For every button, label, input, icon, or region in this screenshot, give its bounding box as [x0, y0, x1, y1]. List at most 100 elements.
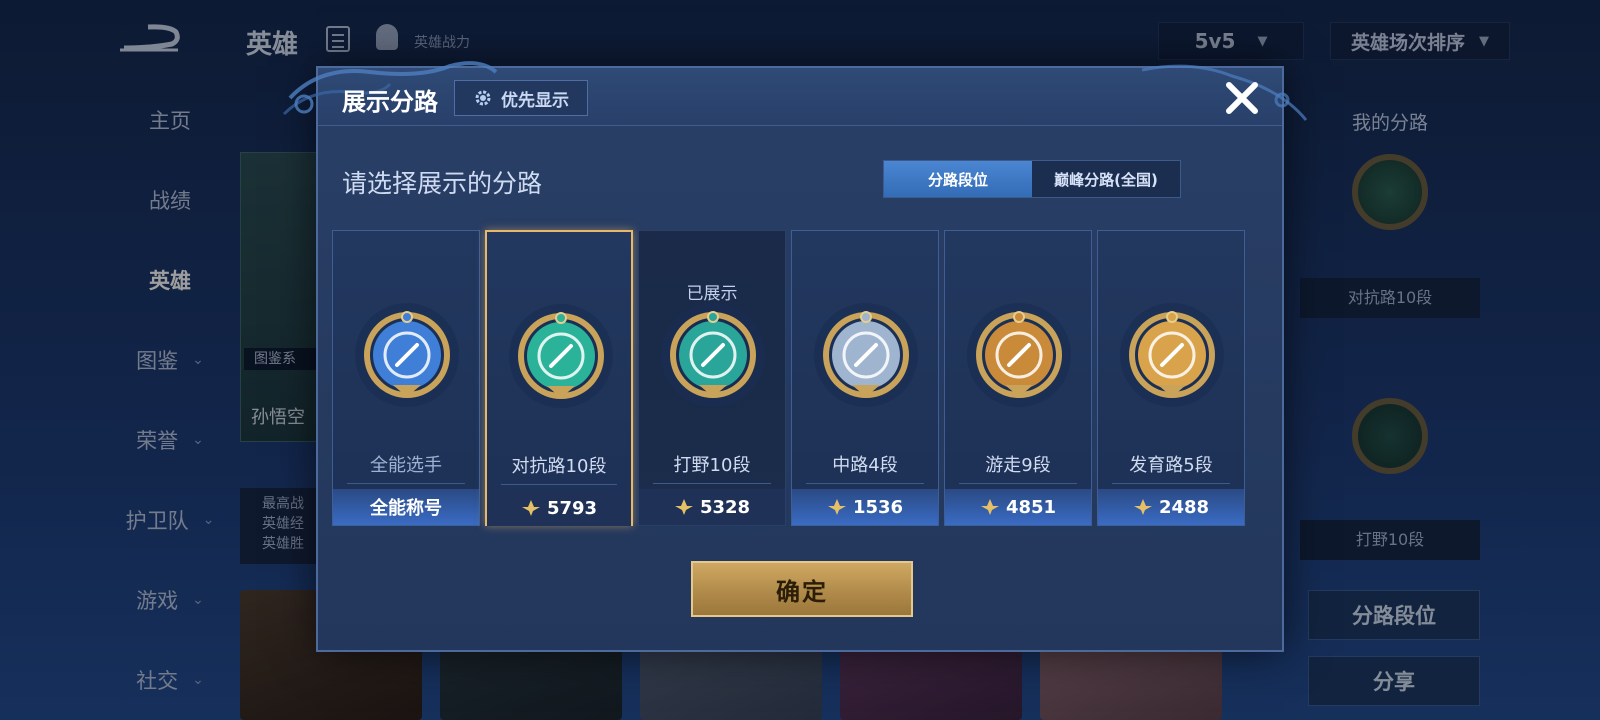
share-button[interactable]: 分享: [1308, 656, 1480, 706]
lane-score: 4851: [1005, 496, 1057, 518]
sort-select-value: 英雄场次排序: [1350, 31, 1465, 54]
nav-item-label: 护卫队: [125, 509, 189, 533]
jungle-badge-icon: [661, 303, 765, 407]
hero-tag: 图鉴系: [244, 348, 320, 370]
lane-name: 全能选手: [370, 455, 442, 476]
priority-display-label: 优先显示: [501, 90, 569, 111]
lane-footer: 全能称号: [333, 489, 479, 525]
hero-stat-line: 英雄经: [262, 516, 304, 532]
chevron-down-icon: ⌄: [202, 512, 215, 528]
nav-item-label: 战绩: [149, 189, 191, 213]
nav-item-honor[interactable]: 荣誉 ⌄: [100, 400, 240, 480]
hero-name: 孙悟空: [251, 407, 305, 428]
lane-name: 发育路5段: [1129, 455, 1213, 476]
chevron-down-icon: ⌄: [192, 352, 204, 368]
lane-footer: 5793: [487, 490, 631, 526]
chevron-down-icon: ⌄: [192, 432, 204, 448]
hero-stat-line: 最高战: [262, 496, 304, 512]
helmet-icon: [376, 24, 398, 50]
nav-item-label: 英雄: [149, 269, 191, 293]
display-lane-dialog: 展示分路 优先显示 请选择展示的分路 分路段位 巅峰分路(全国) 全能选手全能称…: [282, 61, 1308, 652]
hero-stats: 最高战 英雄经 英雄胜: [240, 488, 320, 564]
farm-lane-badge-icon: [1120, 303, 1224, 407]
mode-select-value: 5v5: [1194, 29, 1236, 53]
divider: [347, 483, 465, 484]
lane-title: 全能称号: [370, 498, 442, 519]
clash-lane-badge-icon: [1352, 154, 1428, 230]
divider: [959, 483, 1077, 484]
sort-select[interactable]: 英雄场次排序 ▼: [1330, 22, 1510, 60]
nav-item-label: 游戏: [136, 589, 179, 613]
close-button[interactable]: [1222, 78, 1262, 118]
nav-item-home[interactable]: 主页: [100, 80, 240, 160]
lane-list: 全能选手 全能称号 对抗路10段 5793 已展示 打野10段 5328 中路4段 1536 游走…: [332, 230, 1272, 526]
hero-stat-line: 英雄胜: [262, 536, 304, 552]
my-lane-label: 打野10段: [1300, 520, 1480, 560]
mode-select[interactable]: 5v5 ▼: [1158, 22, 1304, 60]
roam-badge-icon: [967, 303, 1071, 407]
jungle-badge-icon: [1352, 398, 1428, 474]
power-score-icon: [1133, 499, 1152, 515]
my-lanes-title: 我的分路: [1351, 112, 1428, 134]
chevron-down-icon: ⌄: [192, 592, 204, 608]
lane-footer: 2488: [1098, 489, 1244, 525]
mid-lane-badge-icon: [814, 303, 918, 407]
lane-name: 打野10段: [673, 455, 751, 476]
back-icon[interactable]: [118, 22, 184, 54]
dialog-title: 展示分路: [342, 88, 438, 116]
tab-peak-lane[interactable]: 巅峰分路(全国): [1032, 161, 1180, 197]
hero-power-label[interactable]: 英雄战力: [414, 32, 470, 52]
divider: [806, 483, 924, 484]
nav-item-label: 社交: [136, 669, 179, 693]
chevron-down-icon: ⌄: [192, 672, 204, 688]
lane-rank-button[interactable]: 分路段位: [1308, 590, 1480, 640]
clash-lane-badge-icon: [509, 304, 613, 408]
chevron-down-icon: ▼: [1479, 33, 1489, 49]
nav-item-label: 荣誉: [136, 429, 179, 453]
lane-card[interactable]: 全能选手 全能称号: [332, 230, 480, 526]
hero-card[interactable]: 孙悟空: [240, 152, 320, 442]
lane-card[interactable]: 对抗路10段 5793: [485, 230, 633, 526]
lane-score: 1536: [852, 496, 904, 518]
lane-score: 2488: [1158, 496, 1210, 518]
nav-item-illustrated[interactable]: 图鉴 ⌄: [100, 320, 240, 400]
nav-item-label: 图鉴: [136, 349, 179, 373]
priority-display-button[interactable]: 优先显示: [454, 80, 588, 116]
my-lane-label: 对抗路10段: [1300, 278, 1480, 318]
lane-score: 5328: [699, 496, 751, 518]
lane-card[interactable]: 中路4段 1536: [791, 230, 939, 526]
tab-lane-rank[interactable]: 分路段位: [884, 161, 1032, 197]
lane-card[interactable]: 已展示 打野10段 5328: [638, 230, 786, 526]
page-title: 英雄: [246, 30, 299, 60]
divider: [653, 483, 771, 484]
chevron-down-icon: ▼: [1257, 33, 1268, 49]
allround-badge-icon: [355, 303, 459, 407]
lane-footer: 5328: [639, 489, 785, 525]
confirm-button[interactable]: 确定: [691, 561, 913, 617]
nav-item-social[interactable]: 社交 ⌄: [100, 640, 240, 720]
gear-icon: [475, 90, 491, 106]
nav-item-record[interactable]: 战绩: [100, 160, 240, 240]
lane-footer: 1536: [792, 489, 938, 525]
lane-name: 中路4段: [832, 455, 898, 476]
list-icon[interactable]: [326, 26, 350, 52]
nav-item-heroes[interactable]: 英雄: [100, 240, 240, 320]
lane-score: 5793: [546, 497, 598, 519]
lane-mode-tabs: 分路段位 巅峰分路(全国): [883, 160, 1181, 198]
nav-item-label: 主页: [149, 109, 191, 133]
power-score-icon: [674, 499, 693, 515]
close-icon: [1226, 82, 1258, 114]
lane-footer: 4851: [945, 489, 1091, 525]
lane-name: 游走9段: [985, 455, 1051, 476]
nav-item-guard[interactable]: 护卫队 ⌄: [100, 480, 240, 560]
divider: [501, 484, 617, 485]
power-score-icon: [521, 500, 540, 516]
lane-card[interactable]: 发育路5段 2488: [1097, 230, 1245, 526]
nav-item-games[interactable]: 游戏 ⌄: [100, 560, 240, 640]
power-score-icon: [980, 499, 999, 515]
dialog-subtitle: 请选择展示的分路: [342, 169, 543, 198]
power-score-icon: [827, 499, 846, 515]
lane-card[interactable]: 游走9段 4851: [944, 230, 1092, 526]
lane-name: 对抗路10段: [511, 456, 607, 477]
divider: [1112, 483, 1230, 484]
